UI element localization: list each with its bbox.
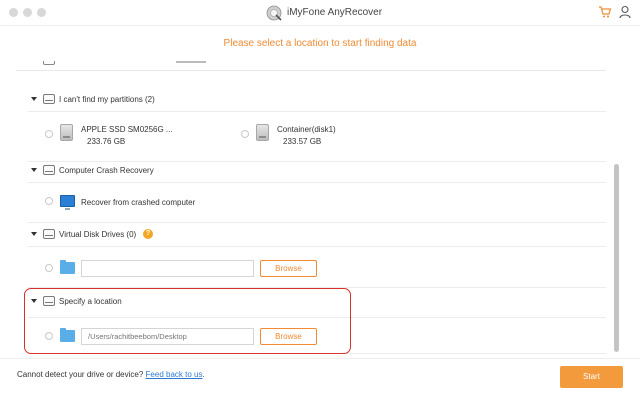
caret-down-icon[interactable] xyxy=(31,97,37,101)
browse-button[interactable]: Browse xyxy=(260,328,317,345)
minimize-window-button[interactable] xyxy=(23,8,32,17)
partial-row xyxy=(16,61,606,71)
folder-icon xyxy=(60,328,75,342)
footer-message: Cannot detect your drive or device? xyxy=(17,370,144,379)
monitor-icon xyxy=(60,195,75,210)
disk-icon xyxy=(256,124,269,141)
virtual-disk-path-input[interactable] xyxy=(81,260,254,277)
location-list[interactable]: I can't find my partitions (2) APPLE SSD… xyxy=(16,61,622,356)
scrollbar-thumb[interactable] xyxy=(614,164,619,352)
radio-button[interactable] xyxy=(45,130,53,138)
section-label: I can't find my partitions (2) xyxy=(59,95,155,104)
feedback-link[interactable]: Feed back to us xyxy=(146,370,203,379)
radio-button[interactable] xyxy=(45,332,53,340)
section-header-partitions[interactable]: I can't find my partitions (2) xyxy=(16,91,606,109)
drive-icon xyxy=(43,94,55,104)
caret-down-icon[interactable] xyxy=(31,168,37,172)
item-name: APPLE SSD SM0256G ... xyxy=(81,125,173,134)
radio-button[interactable] xyxy=(45,264,53,272)
caret-down-icon[interactable] xyxy=(31,232,37,236)
location-path-input[interactable] xyxy=(81,328,254,345)
help-icon[interactable]: ? xyxy=(143,229,153,239)
footer-text: Cannot detect your drive or device? Feed… xyxy=(17,370,205,379)
drive-icon xyxy=(43,165,55,175)
app-title: iMyFone AnyRecover xyxy=(287,7,383,18)
cart-icon[interactable] xyxy=(598,5,612,19)
section-header-crash-recovery[interactable]: Computer Crash Recovery xyxy=(16,162,606,180)
radio-button[interactable] xyxy=(241,130,249,138)
browse-button[interactable]: Browse xyxy=(260,260,317,277)
section-label: Computer Crash Recovery xyxy=(59,166,154,175)
zoom-window-button[interactable] xyxy=(37,8,46,17)
drive-icon xyxy=(43,61,55,65)
section-body-specify-location: Browse xyxy=(28,317,606,354)
caret-down-icon[interactable] xyxy=(31,299,37,303)
item-size: 233.76 GB xyxy=(87,137,126,146)
title-bar: iMyFone AnyRecover xyxy=(0,0,640,26)
section-body-partitions: APPLE SSD SM0256G ... 233.76 GB Containe… xyxy=(28,111,606,162)
user-icon[interactable] xyxy=(619,5,631,19)
section-label: Virtual Disk Drives (0) xyxy=(59,230,137,239)
section-header-specify-location[interactable]: Specify a location xyxy=(16,293,606,311)
app-logo-icon xyxy=(266,5,282,21)
item-name: Recover from crashed computer xyxy=(81,198,196,207)
item-size: 233.57 GB xyxy=(283,137,322,146)
radio-button[interactable] xyxy=(45,197,53,205)
item-name: Container(disk1) xyxy=(277,125,336,134)
page-subtitle: Please select a location to start findin… xyxy=(223,38,417,49)
footer: Cannot detect your drive or device? Feed… xyxy=(0,358,640,398)
drive-icon xyxy=(43,296,55,306)
folder-icon xyxy=(60,260,75,274)
start-button[interactable]: Start xyxy=(560,366,623,388)
close-window-button[interactable] xyxy=(9,8,18,17)
footer-link-suffix: . xyxy=(202,370,205,379)
disk-icon xyxy=(60,124,73,141)
section-header-virtual-disk[interactable]: Virtual Disk Drives (0) ? xyxy=(16,226,606,244)
section-body-crash-recovery: Recover from crashed computer xyxy=(28,182,606,223)
section-body-virtual-disk: Browse xyxy=(28,246,606,288)
scroll-cutoff-line xyxy=(176,61,206,63)
section-label: Specify a location xyxy=(59,297,122,306)
drive-icon xyxy=(43,229,55,239)
